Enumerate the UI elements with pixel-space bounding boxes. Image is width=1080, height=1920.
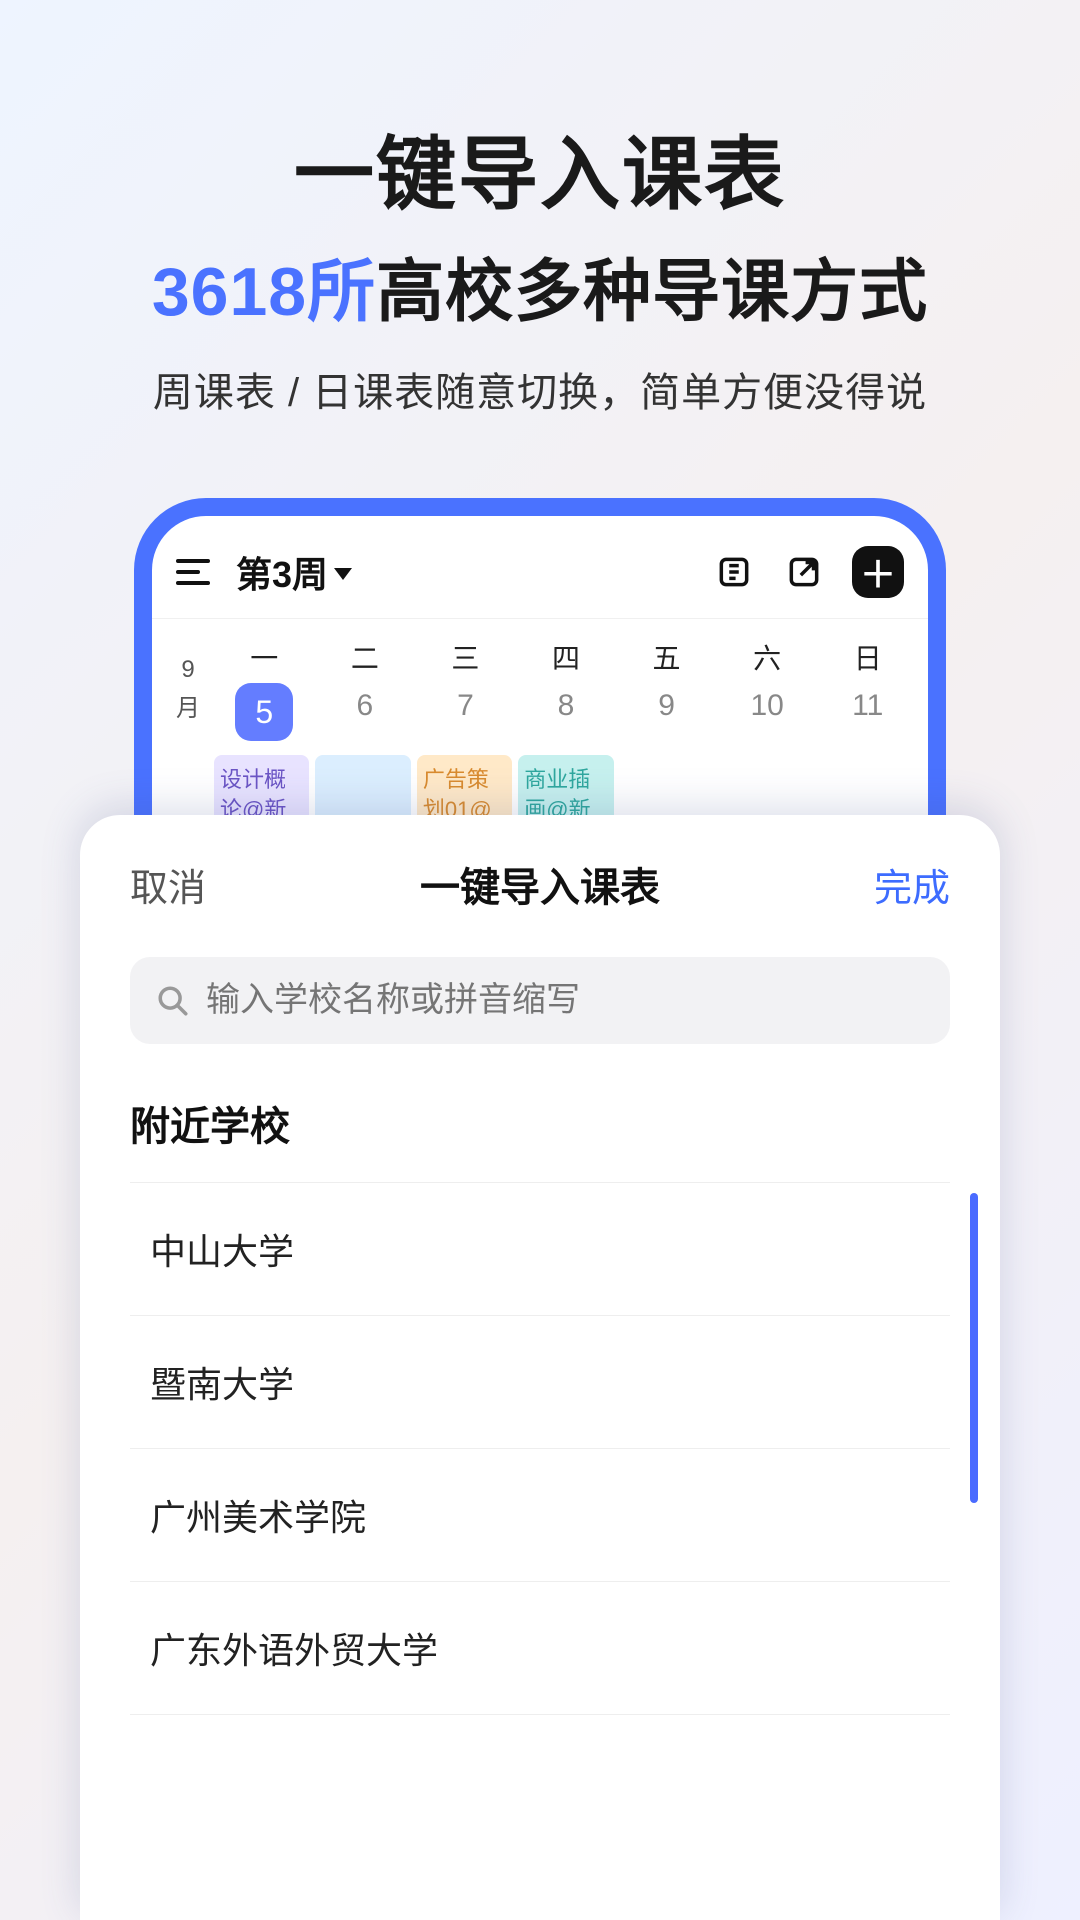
school-item[interactable]: 中山大学 <box>130 1183 950 1316</box>
school-item[interactable]: 广州美术学院 <box>130 1449 950 1582</box>
day-column[interactable]: 四8 <box>516 637 617 741</box>
share-icon[interactable] <box>782 550 826 594</box>
headline: 一键导入课表 3618所高校多种导课方式 周课表 / 日课表随意切换，简单方便没… <box>0 0 1080 418</box>
day-of-month: 9 <box>616 689 717 723</box>
done-button[interactable]: 完成 <box>874 857 950 912</box>
search-field[interactable] <box>130 957 950 1044</box>
day-column[interactable]: 五9 <box>616 637 717 741</box>
day-of-week: 三 <box>415 637 516 677</box>
import-icon[interactable] <box>712 550 756 594</box>
day-of-month: 6 <box>315 689 416 723</box>
import-sheet: 取消 一键导入课表 完成 附近学校 中山大学暨南大学广州美术学院广东外语外贸大学 <box>80 815 1000 1920</box>
day-of-week: 六 <box>717 637 818 677</box>
search-input[interactable] <box>206 981 924 1020</box>
day-of-week: 五 <box>616 637 717 677</box>
week-selector[interactable]: 第3周 <box>236 546 352 598</box>
month-label: 9 月 <box>162 637 214 741</box>
add-button[interactable]: ＋ <box>852 546 904 598</box>
week-label: 第3周 <box>236 546 328 598</box>
day-of-month: 11 <box>817 689 918 723</box>
day-of-month: 8 <box>516 689 617 723</box>
day-of-month: 10 <box>717 689 818 723</box>
day-column[interactable]: 一5 <box>214 637 315 741</box>
search-icon <box>156 984 190 1018</box>
school-item[interactable]: 广东外语外贸大学 <box>130 1582 950 1715</box>
day-of-month-active: 5 <box>235 683 293 741</box>
day-of-week: 日 <box>817 637 918 677</box>
day-column[interactable]: 三7 <box>415 637 516 741</box>
headline-desc: 周课表 / 日课表随意切换，简单方便没得说 <box>0 360 1080 418</box>
headline-subtitle: 3618所高校多种导课方式 <box>0 236 1080 335</box>
caret-down-icon <box>334 568 352 580</box>
scroll-indicator[interactable] <box>970 1193 978 1503</box>
calendar-header: 9 月 一5二6三7四8五9六10日11 <box>152 618 928 747</box>
day-column[interactable]: 二6 <box>315 637 416 741</box>
section-label: 附近学校 <box>130 1094 950 1152</box>
month-unit: 月 <box>162 688 214 723</box>
sheet-title: 一键导入课表 <box>420 855 660 913</box>
day-of-week: 一 <box>214 637 315 677</box>
day-of-month: 7 <box>415 689 516 723</box>
headline-accent: 3618所 <box>152 254 376 330</box>
app-topbar: 第3周 ＋ <box>152 516 928 618</box>
menu-icon[interactable] <box>176 559 210 585</box>
day-of-week: 二 <box>315 637 416 677</box>
day-column[interactable]: 六 10 <box>717 637 818 741</box>
month-num: 9 <box>162 656 214 684</box>
headline-accent-rest: 高校多种导课方式 <box>376 254 928 330</box>
sheet-header: 取消 一键导入课表 完成 <box>130 855 950 913</box>
cancel-button[interactable]: 取消 <box>130 857 206 912</box>
day-column[interactable]: 日 11 <box>817 637 918 741</box>
day-of-week: 四 <box>516 637 617 677</box>
headline-title: 一键导入课表 <box>0 110 1080 226</box>
school-item[interactable]: 暨南大学 <box>130 1316 950 1449</box>
school-list: 中山大学暨南大学广州美术学院广东外语外贸大学 <box>130 1182 950 1715</box>
